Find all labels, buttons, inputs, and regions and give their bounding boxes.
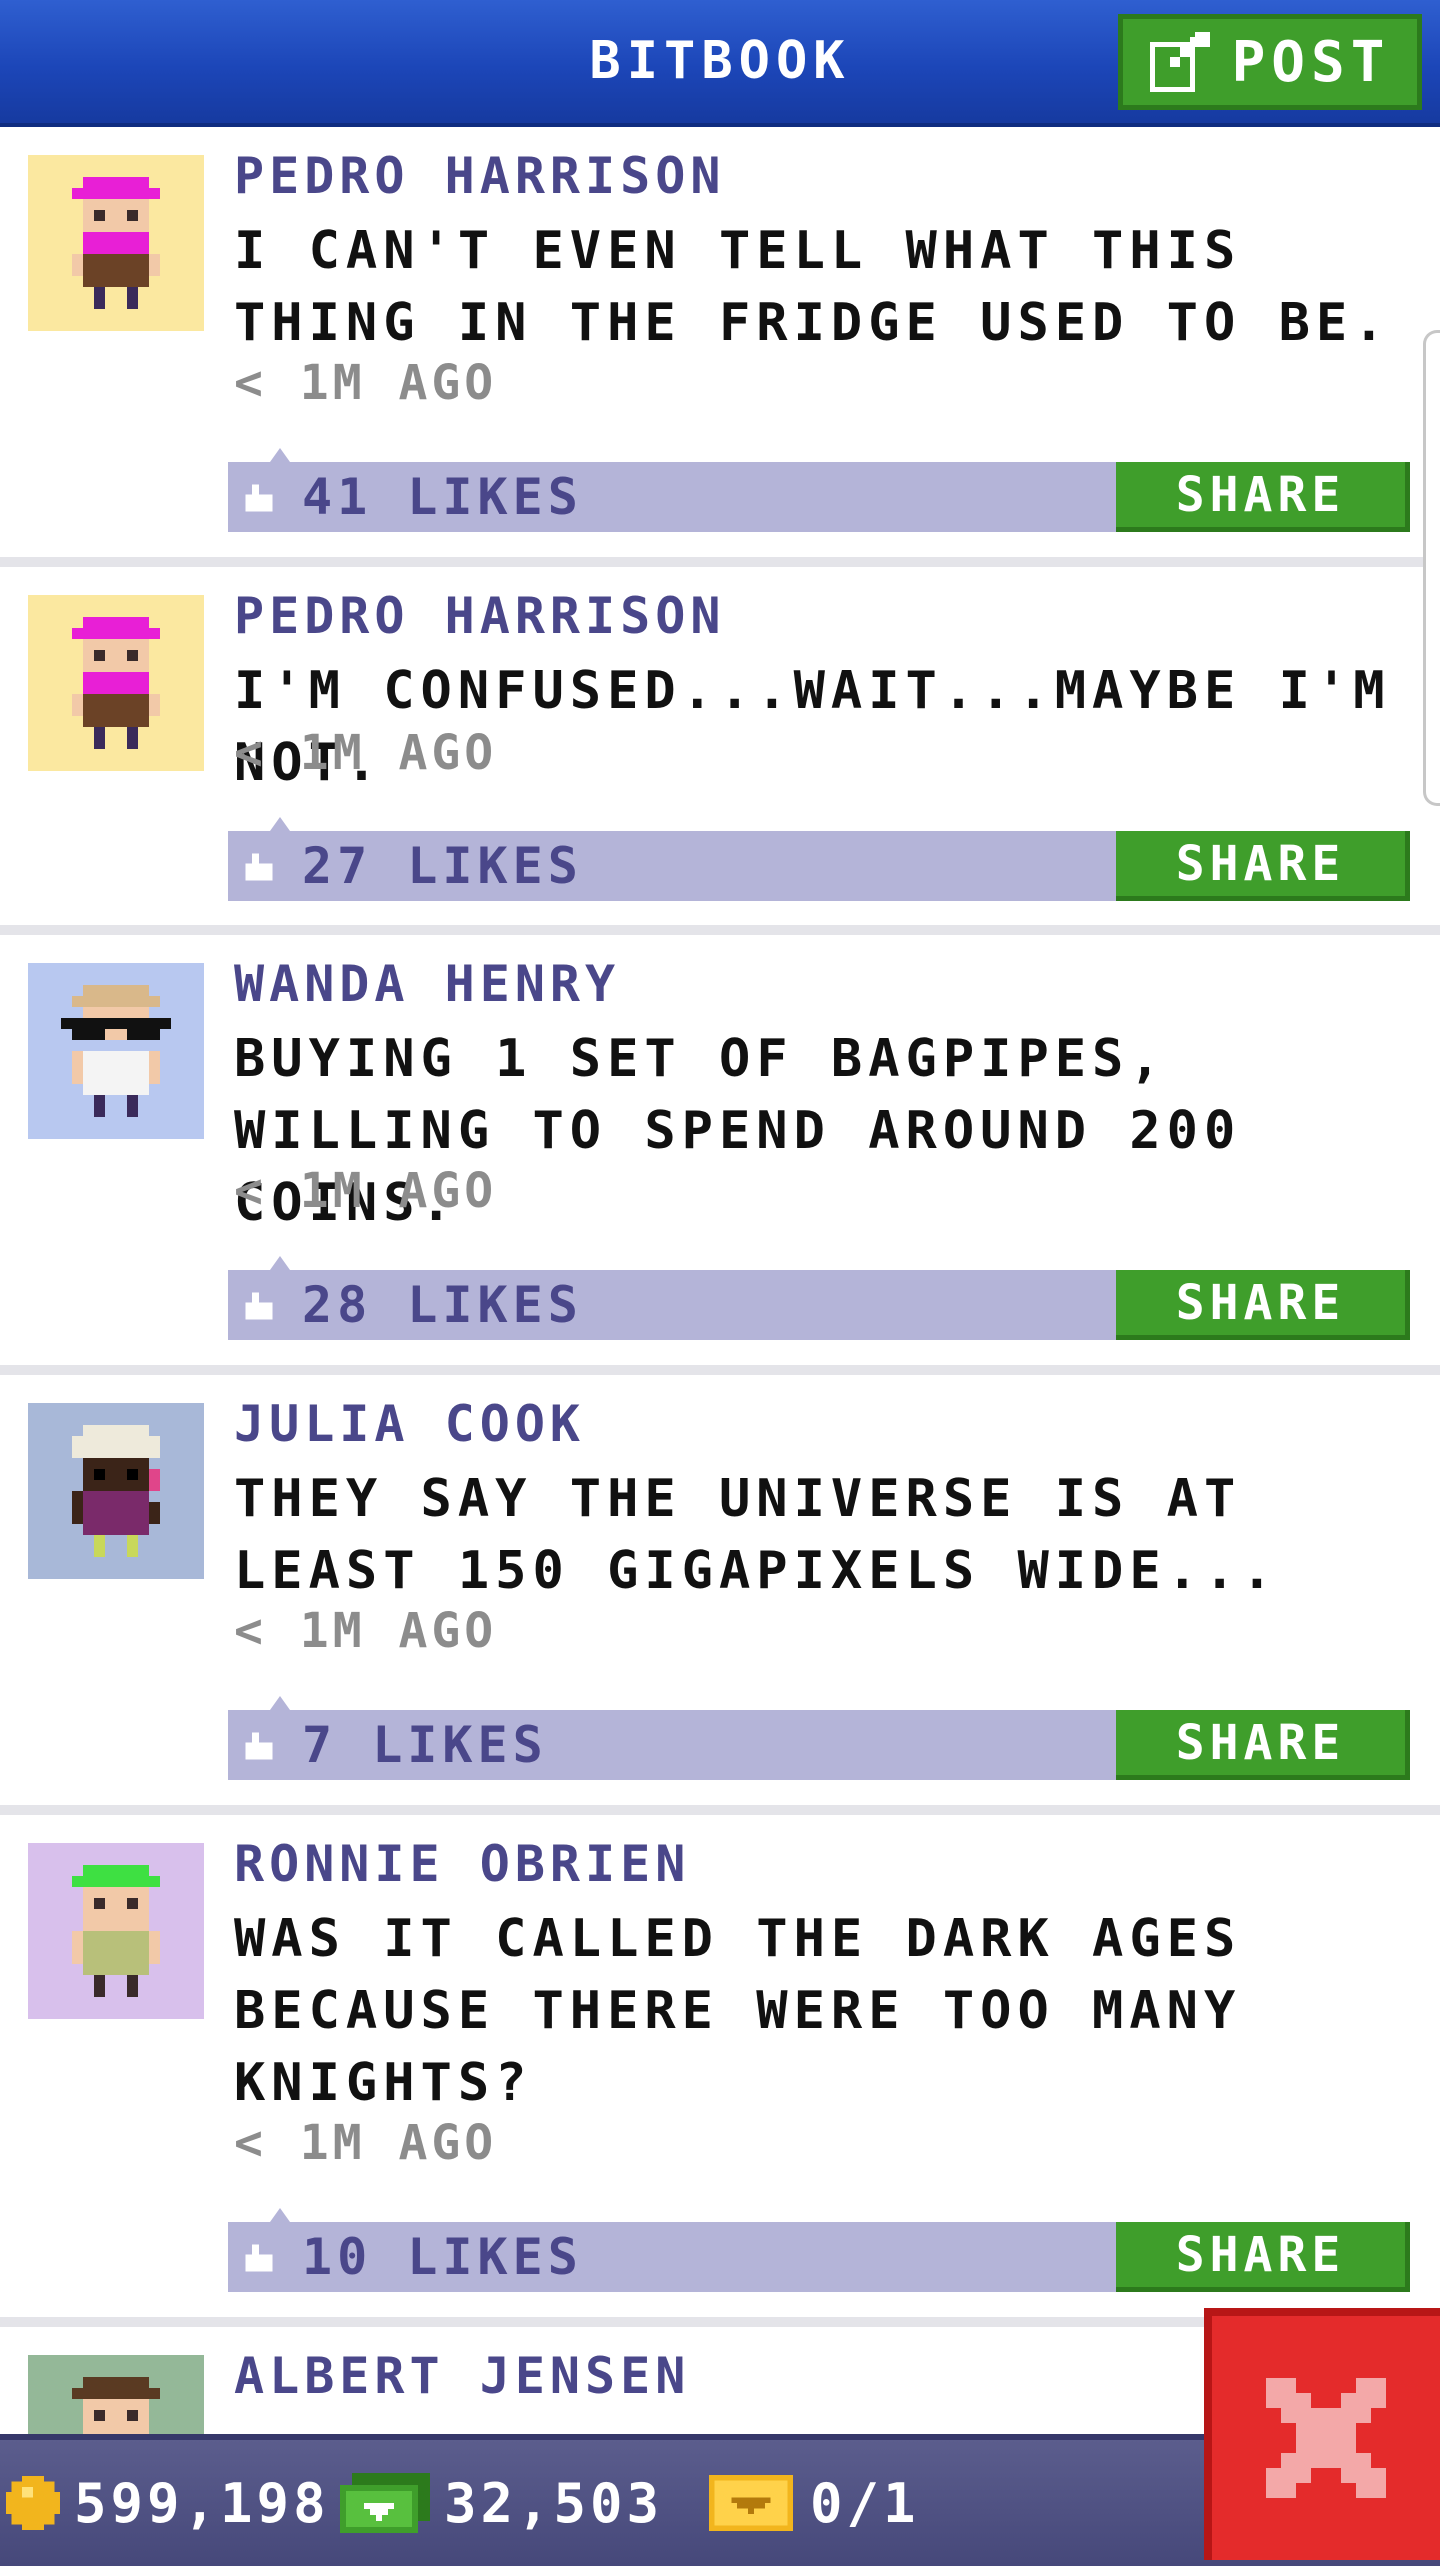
- post-author[interactable]: RONNIE OBRIEN: [234, 1835, 690, 1893]
- coins-stat: 599,198: [6, 2440, 330, 2566]
- avatar[interactable]: [28, 595, 204, 771]
- post-button[interactable]: POST: [1118, 14, 1422, 110]
- vip-count: 0/1: [810, 2471, 920, 2535]
- like-bar-notch: [270, 1256, 290, 1270]
- like-bar-notch: [270, 817, 290, 831]
- post-time: < 1M AGO: [234, 1163, 498, 1219]
- like-bar[interactable]: 7 LIKES SHARE: [228, 1696, 1410, 1780]
- like-count: 27 LIKES: [302, 837, 583, 895]
- thumbs-up-icon: [245, 853, 273, 881]
- like-bar-notch: [270, 1696, 290, 1710]
- post-text: THEY SAY THE UNIVERSE IS AT LEAST 150 GI…: [234, 1469, 1279, 1601]
- avatar[interactable]: [28, 155, 204, 331]
- post-time: < 1M AGO: [234, 2115, 498, 2171]
- close-button[interactable]: [1204, 2308, 1440, 2560]
- feed-post: PEDRO HARRISON I'M CONFUSED...WAIT...MAY…: [0, 567, 1440, 935]
- bux-icon: [340, 2473, 430, 2533]
- post-author[interactable]: JULIA COOK: [234, 1395, 585, 1453]
- share-button[interactable]: SHARE: [1116, 2222, 1410, 2292]
- close-icon: [1266, 2378, 1386, 2498]
- post-time: < 1M AGO: [234, 1603, 498, 1659]
- post-author[interactable]: ALBERT JENSEN: [234, 2347, 690, 2405]
- like-bar[interactable]: 27 LIKES SHARE: [228, 817, 1410, 901]
- feed-post: PEDRO HARRISON I CAN'T EVEN TELL WHAT TH…: [0, 127, 1440, 567]
- coin-icon: [6, 2476, 60, 2530]
- like-count: 10 LIKES: [302, 2228, 583, 2286]
- thumbs-up-icon: [245, 484, 273, 512]
- like-bar-notch: [270, 448, 290, 462]
- post-author[interactable]: WANDA HENRY: [234, 955, 620, 1013]
- post-author[interactable]: PEDRO HARRISON: [234, 587, 725, 645]
- avatar[interactable]: [28, 963, 204, 1139]
- post-time: < 1M AGO: [234, 725, 498, 781]
- post-button-label: POST: [1231, 29, 1391, 95]
- like-count: 7 LIKES: [302, 1716, 548, 1774]
- vip-ticket-icon: [709, 2475, 793, 2531]
- share-button[interactable]: SHARE: [1116, 831, 1410, 901]
- vip-stat: 0/1: [706, 2440, 920, 2566]
- thumbs-up-icon: [245, 1732, 273, 1760]
- app-header: BITBOOK POST: [0, 0, 1440, 127]
- post-time: < 1M AGO: [234, 355, 498, 411]
- share-button[interactable]: SHARE: [1116, 1270, 1410, 1340]
- edit-icon: [1149, 32, 1210, 92]
- thumbs-up-icon: [245, 1292, 273, 1320]
- post-text: WAS IT CALLED THE DARK AGES BECAUSE THER…: [234, 1909, 1242, 2113]
- like-count: 41 LIKES: [302, 468, 583, 526]
- feed: PEDRO HARRISON I CAN'T EVEN TELL WHAT TH…: [0, 127, 1440, 2567]
- thumbs-up-icon: [245, 2244, 273, 2272]
- feed-post: RONNIE OBRIEN WAS IT CALLED THE DARK AGE…: [0, 1815, 1440, 2327]
- avatar[interactable]: [28, 1843, 204, 2019]
- like-count: 28 LIKES: [302, 1276, 583, 1334]
- like-bar-notch: [270, 2208, 290, 2222]
- post-author[interactable]: PEDRO HARRISON: [234, 147, 725, 205]
- feed-post: JULIA COOK THEY SAY THE UNIVERSE IS AT L…: [0, 1375, 1440, 1815]
- share-button[interactable]: SHARE: [1116, 462, 1410, 532]
- coin-count: 599,198: [74, 2471, 330, 2535]
- like-bar[interactable]: 28 LIKES SHARE: [228, 1256, 1410, 1340]
- post-text: I CAN'T EVEN TELL WHAT THIS THING IN THE…: [234, 221, 1391, 353]
- like-bar[interactable]: 10 LIKES SHARE: [228, 2208, 1410, 2292]
- like-bar[interactable]: 41 LIKES SHARE: [228, 448, 1410, 532]
- avatar[interactable]: [28, 1403, 204, 1579]
- bux-count: 32,503: [444, 2471, 664, 2535]
- bux-stat: 32,503: [340, 2440, 663, 2566]
- feed-post: WANDA HENRY BUYING 1 SET OF BAGPIPES, WI…: [0, 935, 1440, 1375]
- share-button[interactable]: SHARE: [1116, 1710, 1410, 1780]
- scrollbar[interactable]: [1423, 330, 1440, 806]
